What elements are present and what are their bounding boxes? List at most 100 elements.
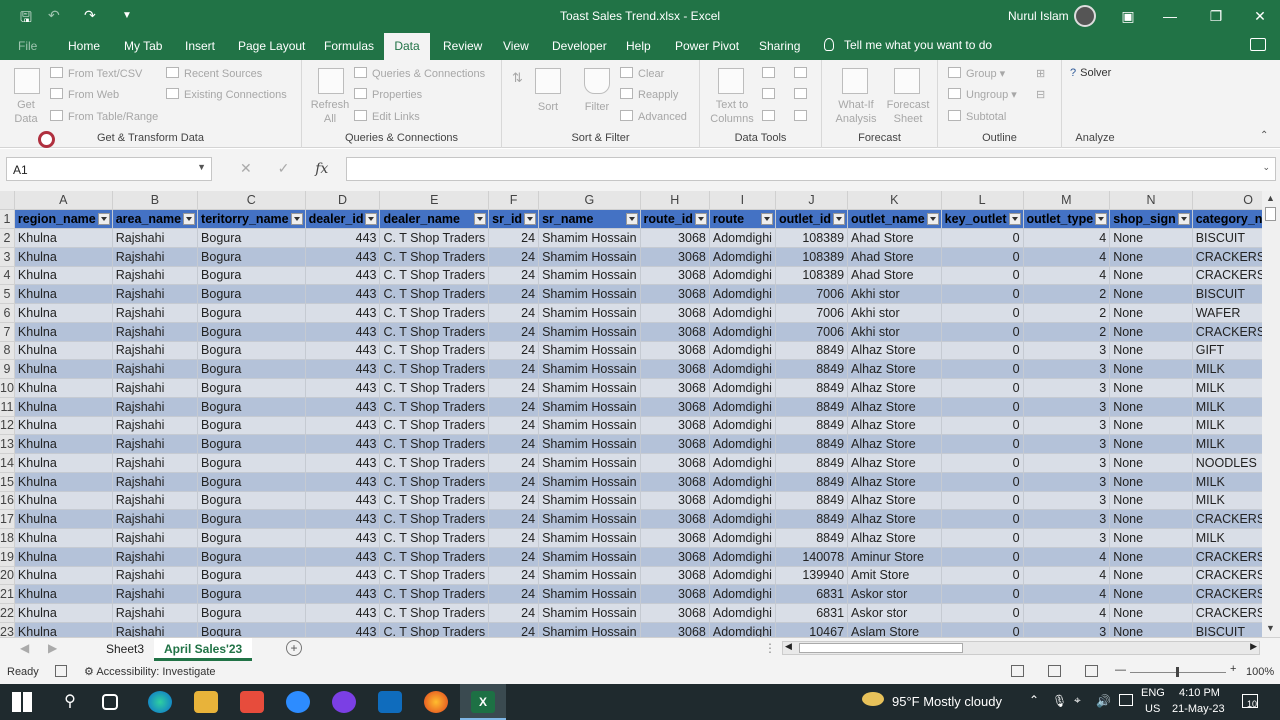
zoom-out-icon[interactable]: —	[1115, 664, 1126, 676]
table-cell[interactable]: 8849	[775, 397, 849, 417]
table-cell[interactable]: 3068	[640, 472, 710, 492]
table-cell[interactable]: Shamim Hossain	[538, 491, 641, 511]
table-cell[interactable]: 0	[941, 566, 1024, 586]
column-header[interactable]: D	[305, 191, 381, 211]
table-cell[interactable]: 108389	[775, 247, 849, 267]
sheet-tab[interactable]: Sheet3	[96, 638, 154, 661]
filter-dropdown-icon[interactable]	[694, 213, 707, 226]
task-view-icon[interactable]	[102, 694, 118, 710]
table-cell[interactable]: Khulna	[14, 528, 113, 548]
table-cell[interactable]: 6831	[775, 584, 849, 604]
existing-connections-button[interactable]: Existing Connections	[166, 88, 287, 101]
table-cell[interactable]: C. T Shop Traders	[379, 566, 490, 586]
table-cell[interactable]: 24	[488, 528, 540, 548]
table-cell[interactable]: 443	[305, 266, 381, 286]
table-cell[interactable]: 3068	[640, 266, 710, 286]
table-cell[interactable]: 24	[488, 303, 540, 323]
table-cell[interactable]: Rajshahi	[112, 491, 199, 511]
comments-icon[interactable]	[1250, 38, 1266, 51]
tab-formulas[interactable]: Formulas	[324, 39, 374, 53]
minimize-button[interactable]: —	[1150, 4, 1190, 28]
table-cell[interactable]: Bogura	[197, 416, 306, 436]
table-cell[interactable]: 443	[305, 434, 381, 454]
table-cell[interactable]: 0	[941, 584, 1024, 604]
table-cell[interactable]: 8849	[775, 416, 849, 436]
table-cell[interactable]: Adomdighi	[709, 341, 776, 361]
table-header-cell[interactable]: teritorry_name	[197, 209, 306, 229]
table-cell[interactable]: 8849	[775, 453, 849, 473]
table-cell[interactable]: CRACKERS	[1192, 584, 1262, 604]
tray-chevron-icon[interactable]: ⌃	[1029, 693, 1039, 707]
table-cell[interactable]: CRACKERS	[1192, 566, 1262, 586]
save-icon[interactable]: 🖫	[20, 7, 32, 31]
table-cell[interactable]: None	[1109, 584, 1193, 604]
table-cell[interactable]: Shamim Hossain	[538, 322, 641, 342]
table-cell[interactable]: 4	[1023, 228, 1111, 248]
anydesk-icon[interactable]	[240, 691, 264, 713]
table-cell[interactable]: Bogura	[197, 284, 306, 304]
table-cell[interactable]: 0	[941, 322, 1024, 342]
weather-text[interactable]: 95°F Mostly cloudy	[892, 694, 1002, 709]
table-cell[interactable]: Bogura	[197, 472, 306, 492]
name-box[interactable]: A1 ▼	[6, 157, 212, 181]
table-cell[interactable]: Adomdighi	[709, 434, 776, 454]
table-cell[interactable]: CRACKERS	[1192, 266, 1262, 286]
battery-icon[interactable]	[1119, 694, 1133, 706]
file-explorer-icon[interactable]	[194, 691, 218, 713]
row-header[interactable]: 6	[0, 303, 15, 323]
table-header-cell[interactable]: outlet_id	[775, 209, 849, 229]
solver-button[interactable]: ? Solver	[1070, 67, 1111, 79]
table-cell[interactable]: Alhaz Store	[847, 359, 942, 379]
table-cell[interactable]: Ahad Store	[847, 228, 942, 248]
table-cell[interactable]: 4	[1023, 547, 1111, 567]
table-cell[interactable]: 3068	[640, 453, 710, 473]
zoom-thumb[interactable]	[1176, 667, 1179, 677]
language-1[interactable]: ENG	[1141, 687, 1165, 699]
table-cell[interactable]: C. T Shop Traders	[379, 322, 490, 342]
table-cell[interactable]: None	[1109, 434, 1193, 454]
table-cell[interactable]: 3068	[640, 622, 710, 637]
zoom-level[interactable]: 100%	[1246, 666, 1274, 678]
table-cell[interactable]: Khulna	[14, 228, 113, 248]
table-cell[interactable]: 24	[488, 247, 540, 267]
table-cell[interactable]: 3068	[640, 378, 710, 398]
table-cell[interactable]: 24	[488, 284, 540, 304]
table-cell[interactable]: 0	[941, 359, 1024, 379]
table-cell[interactable]: C. T Shop Traders	[379, 359, 490, 379]
table-cell[interactable]: 0	[941, 266, 1024, 286]
table-cell[interactable]: 0	[941, 603, 1024, 623]
table-cell[interactable]: 24	[488, 228, 540, 248]
table-cell[interactable]: 3068	[640, 434, 710, 454]
weather-icon[interactable]	[862, 692, 884, 706]
table-cell[interactable]: Rajshahi	[112, 603, 199, 623]
table-cell[interactable]: 3068	[640, 228, 710, 248]
table-cell[interactable]: Shamim Hossain	[538, 509, 641, 529]
table-cell[interactable]: 3	[1023, 397, 1111, 417]
table-cell[interactable]: Bogura	[197, 434, 306, 454]
table-cell[interactable]: 3068	[640, 491, 710, 511]
table-cell[interactable]: 24	[488, 584, 540, 604]
table-cell[interactable]: Rajshahi	[112, 566, 199, 586]
table-cell[interactable]: Khulna	[14, 378, 113, 398]
table-cell[interactable]: 0	[941, 416, 1024, 436]
table-cell[interactable]: MILK	[1192, 472, 1262, 492]
table-cell[interactable]: 24	[488, 322, 540, 342]
table-cell[interactable]: 0	[941, 491, 1024, 511]
row-header[interactable]: 18	[0, 528, 15, 548]
table-cell[interactable]: CRACKERS	[1192, 247, 1262, 267]
tab-power-pivot[interactable]: Power Pivot	[675, 39, 739, 53]
clear-button[interactable]: Clear	[620, 67, 664, 80]
row-header[interactable]: 3	[0, 247, 15, 267]
text-to-columns-button[interactable]: Text to Columns	[706, 98, 758, 126]
table-cell[interactable]: 443	[305, 341, 381, 361]
table-cell[interactable]: Adomdighi	[709, 547, 776, 567]
table-cell[interactable]: C. T Shop Traders	[379, 416, 490, 436]
row-header[interactable]: 17	[0, 509, 15, 529]
insert-function-icon[interactable]: fx	[315, 161, 328, 177]
table-cell[interactable]: None	[1109, 228, 1193, 248]
table-cell[interactable]: Shamim Hossain	[538, 528, 641, 548]
table-cell[interactable]: None	[1109, 397, 1193, 417]
table-cell[interactable]: Bogura	[197, 603, 306, 623]
table-cell[interactable]: Adomdighi	[709, 266, 776, 286]
filter-dropdown-icon[interactable]	[365, 213, 378, 226]
